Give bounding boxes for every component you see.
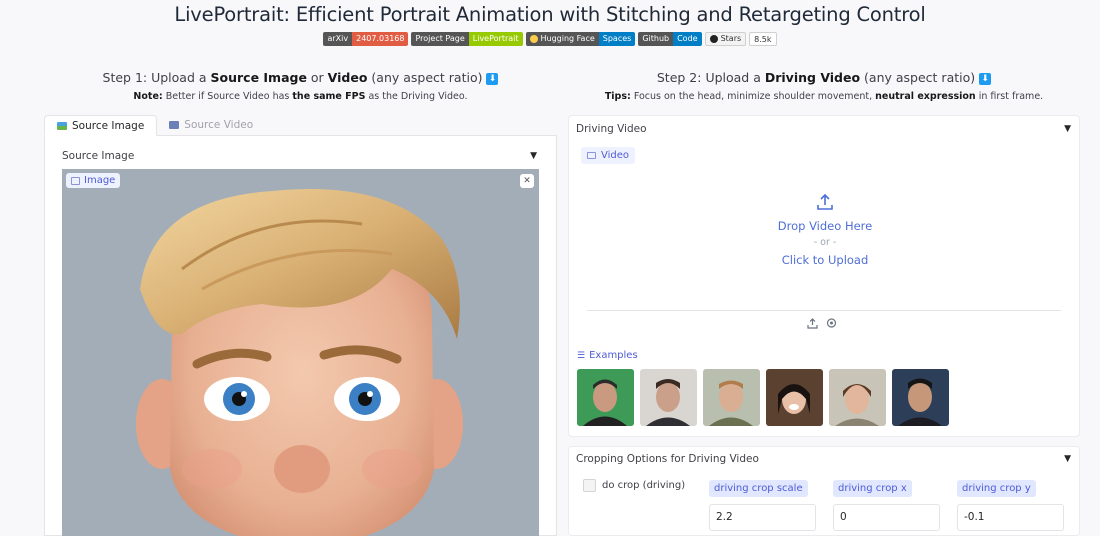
driving-crop-y-label: driving crop y: [957, 480, 1036, 497]
github-badge-label: Github: [638, 32, 674, 46]
project-badge-label: Project Page: [411, 32, 469, 46]
example-thumbnail[interactable]: [892, 369, 949, 426]
project-badge-value: LivePortrait: [468, 32, 523, 46]
tips-label: Tips:: [604, 91, 631, 102]
image-icon: [71, 176, 80, 185]
close-icon[interactable]: ✕: [520, 174, 534, 188]
step1-note: Note: Better if Source Video has the sam…: [44, 91, 557, 102]
example-thumbnails: [577, 369, 949, 426]
example-thumbnail[interactable]: [640, 369, 697, 426]
note-label: Note:: [133, 91, 163, 102]
github-icon: [709, 35, 718, 43]
upload-icon[interactable]: [569, 193, 1081, 214]
huggingface-icon: [529, 35, 538, 43]
step1-heading: Step 1: Upload a Source Image or Video (…: [44, 70, 557, 85]
or-text: - or -: [813, 237, 837, 248]
tab-source-image-label: Source Image: [72, 119, 145, 132]
step1-mid: or: [306, 70, 328, 85]
source-image-box: Source Image ▼ Image ✕: [44, 136, 557, 536]
tips-text-2: in first frame.: [975, 91, 1044, 102]
source-buttons: [807, 318, 837, 332]
video-icon: [587, 152, 596, 159]
hf-badge-value: Spaces: [598, 32, 636, 46]
chevron-down-icon[interactable]: ▼: [1064, 124, 1071, 134]
webcam-icon[interactable]: [826, 318, 837, 332]
source-image-header[interactable]: Source Image ▼: [54, 146, 541, 170]
source-panel: Source Image Source Video Source Image ▼: [44, 115, 557, 536]
step2-tips: Tips: Focus on the head, minimize should…: [568, 91, 1080, 102]
driving-video-panel: Driving Video ▼ Video Drop Video Here - …: [568, 115, 1080, 437]
driving-crop-scale-label: driving crop scale: [709, 480, 808, 497]
drop-video-text[interactable]: Drop Video Here: [569, 219, 1081, 233]
source-image-label: Source Image: [62, 150, 135, 162]
examples-label: Examples: [589, 350, 638, 361]
click-to-upload[interactable]: Click to Upload: [569, 253, 1081, 267]
step2-heading: Step 2: Upload a Driving Video (any aspe…: [568, 70, 1080, 85]
note-text-1: Better if Source Video has: [162, 91, 293, 102]
divider: [587, 310, 1061, 311]
example-thumbnail[interactable]: [766, 369, 823, 426]
driving-crop-x-input[interactable]: 0: [833, 504, 940, 531]
github-stars-badge[interactable]: Stars 8.5k: [704, 32, 777, 46]
tab-source-video[interactable]: Source Video: [157, 115, 265, 135]
page-title: LivePortrait: Efficient Portrait Animati…: [174, 3, 926, 26]
tab-source-image[interactable]: Source Image: [44, 115, 158, 136]
arxiv-badge-label: arXiv: [323, 32, 353, 46]
tips-text-1: Focus on the head, minimize shoulder mov…: [630, 91, 876, 102]
download-icon: ⬇: [486, 72, 499, 85]
arxiv-badge[interactable]: arXiv 2407.03168: [323, 32, 409, 46]
stars-count: 8.5k: [749, 32, 777, 46]
cropping-options-panel: Cropping Options for Driving Video ▼ do …: [568, 446, 1080, 536]
step2-prefix: Step 2: Upload a: [656, 70, 765, 85]
video-chip-label: Video: [601, 150, 630, 161]
do-crop-driving-checkbox[interactable]: [583, 479, 596, 492]
github-badge-value: Code: [673, 32, 702, 46]
driving-crop-scale-input[interactable]: 2.2: [709, 504, 816, 531]
example-thumbnail[interactable]: [703, 369, 760, 426]
github-badge[interactable]: Github Code: [638, 32, 702, 46]
upload-icon[interactable]: [807, 318, 818, 332]
step1-suffix: (any aspect ratio): [367, 70, 487, 85]
step1-prefix: Step 1: Upload a: [102, 70, 211, 85]
do-crop-driving-label: do crop (driving): [602, 480, 686, 491]
chevron-down-icon[interactable]: ▼: [1064, 454, 1071, 464]
do-crop-driving-row[interactable]: do crop (driving): [583, 479, 685, 492]
driving-video-label: Driving Video: [576, 123, 647, 135]
badge-row: arXiv 2407.03168 Project Page LivePortra…: [0, 32, 1100, 46]
step1-bold-source-image: Source Image: [210, 70, 307, 85]
stars-label: Stars: [720, 34, 742, 43]
step2-bold-driving-video: Driving Video: [764, 70, 861, 85]
examples-header: ☰ Examples: [577, 350, 638, 361]
cropping-options-label: Cropping Options for Driving Video: [576, 453, 759, 465]
note-bold: the same FPS: [292, 91, 366, 102]
step2-suffix: (any aspect ratio): [860, 70, 980, 85]
source-tabs: Source Image Source Video: [44, 115, 557, 136]
example-thumbnail[interactable]: [577, 369, 634, 426]
tips-bold: neutral expression: [875, 91, 976, 102]
portrait-illustration: [62, 169, 539, 536]
list-icon: ☰: [577, 350, 586, 361]
step1-bold-video: Video: [327, 70, 368, 85]
image-icon: [57, 121, 67, 130]
example-thumbnail[interactable]: [829, 369, 886, 426]
driving-crop-y-input[interactable]: -0.1: [957, 504, 1064, 531]
download-icon: ⬇: [979, 72, 992, 85]
hf-badge-label: Hugging Face: [540, 34, 595, 43]
tab-source-video-label: Source Video: [184, 119, 254, 131]
video-icon: [169, 121, 180, 129]
project-page-badge[interactable]: Project Page LivePortrait: [411, 32, 523, 46]
chevron-down-icon[interactable]: ▼: [530, 151, 537, 161]
video-chip: Video: [581, 147, 636, 164]
image-chip: Image: [66, 173, 121, 188]
note-text-2: as the Driving Video.: [365, 91, 468, 102]
image-chip-label: Image: [84, 175, 116, 186]
huggingface-badge[interactable]: Hugging Face Spaces: [525, 32, 636, 46]
source-image-preview[interactable]: Image ✕: [62, 169, 539, 536]
arxiv-badge-value: 2407.03168: [352, 32, 409, 46]
driving-crop-x-label: driving crop x: [833, 480, 912, 497]
